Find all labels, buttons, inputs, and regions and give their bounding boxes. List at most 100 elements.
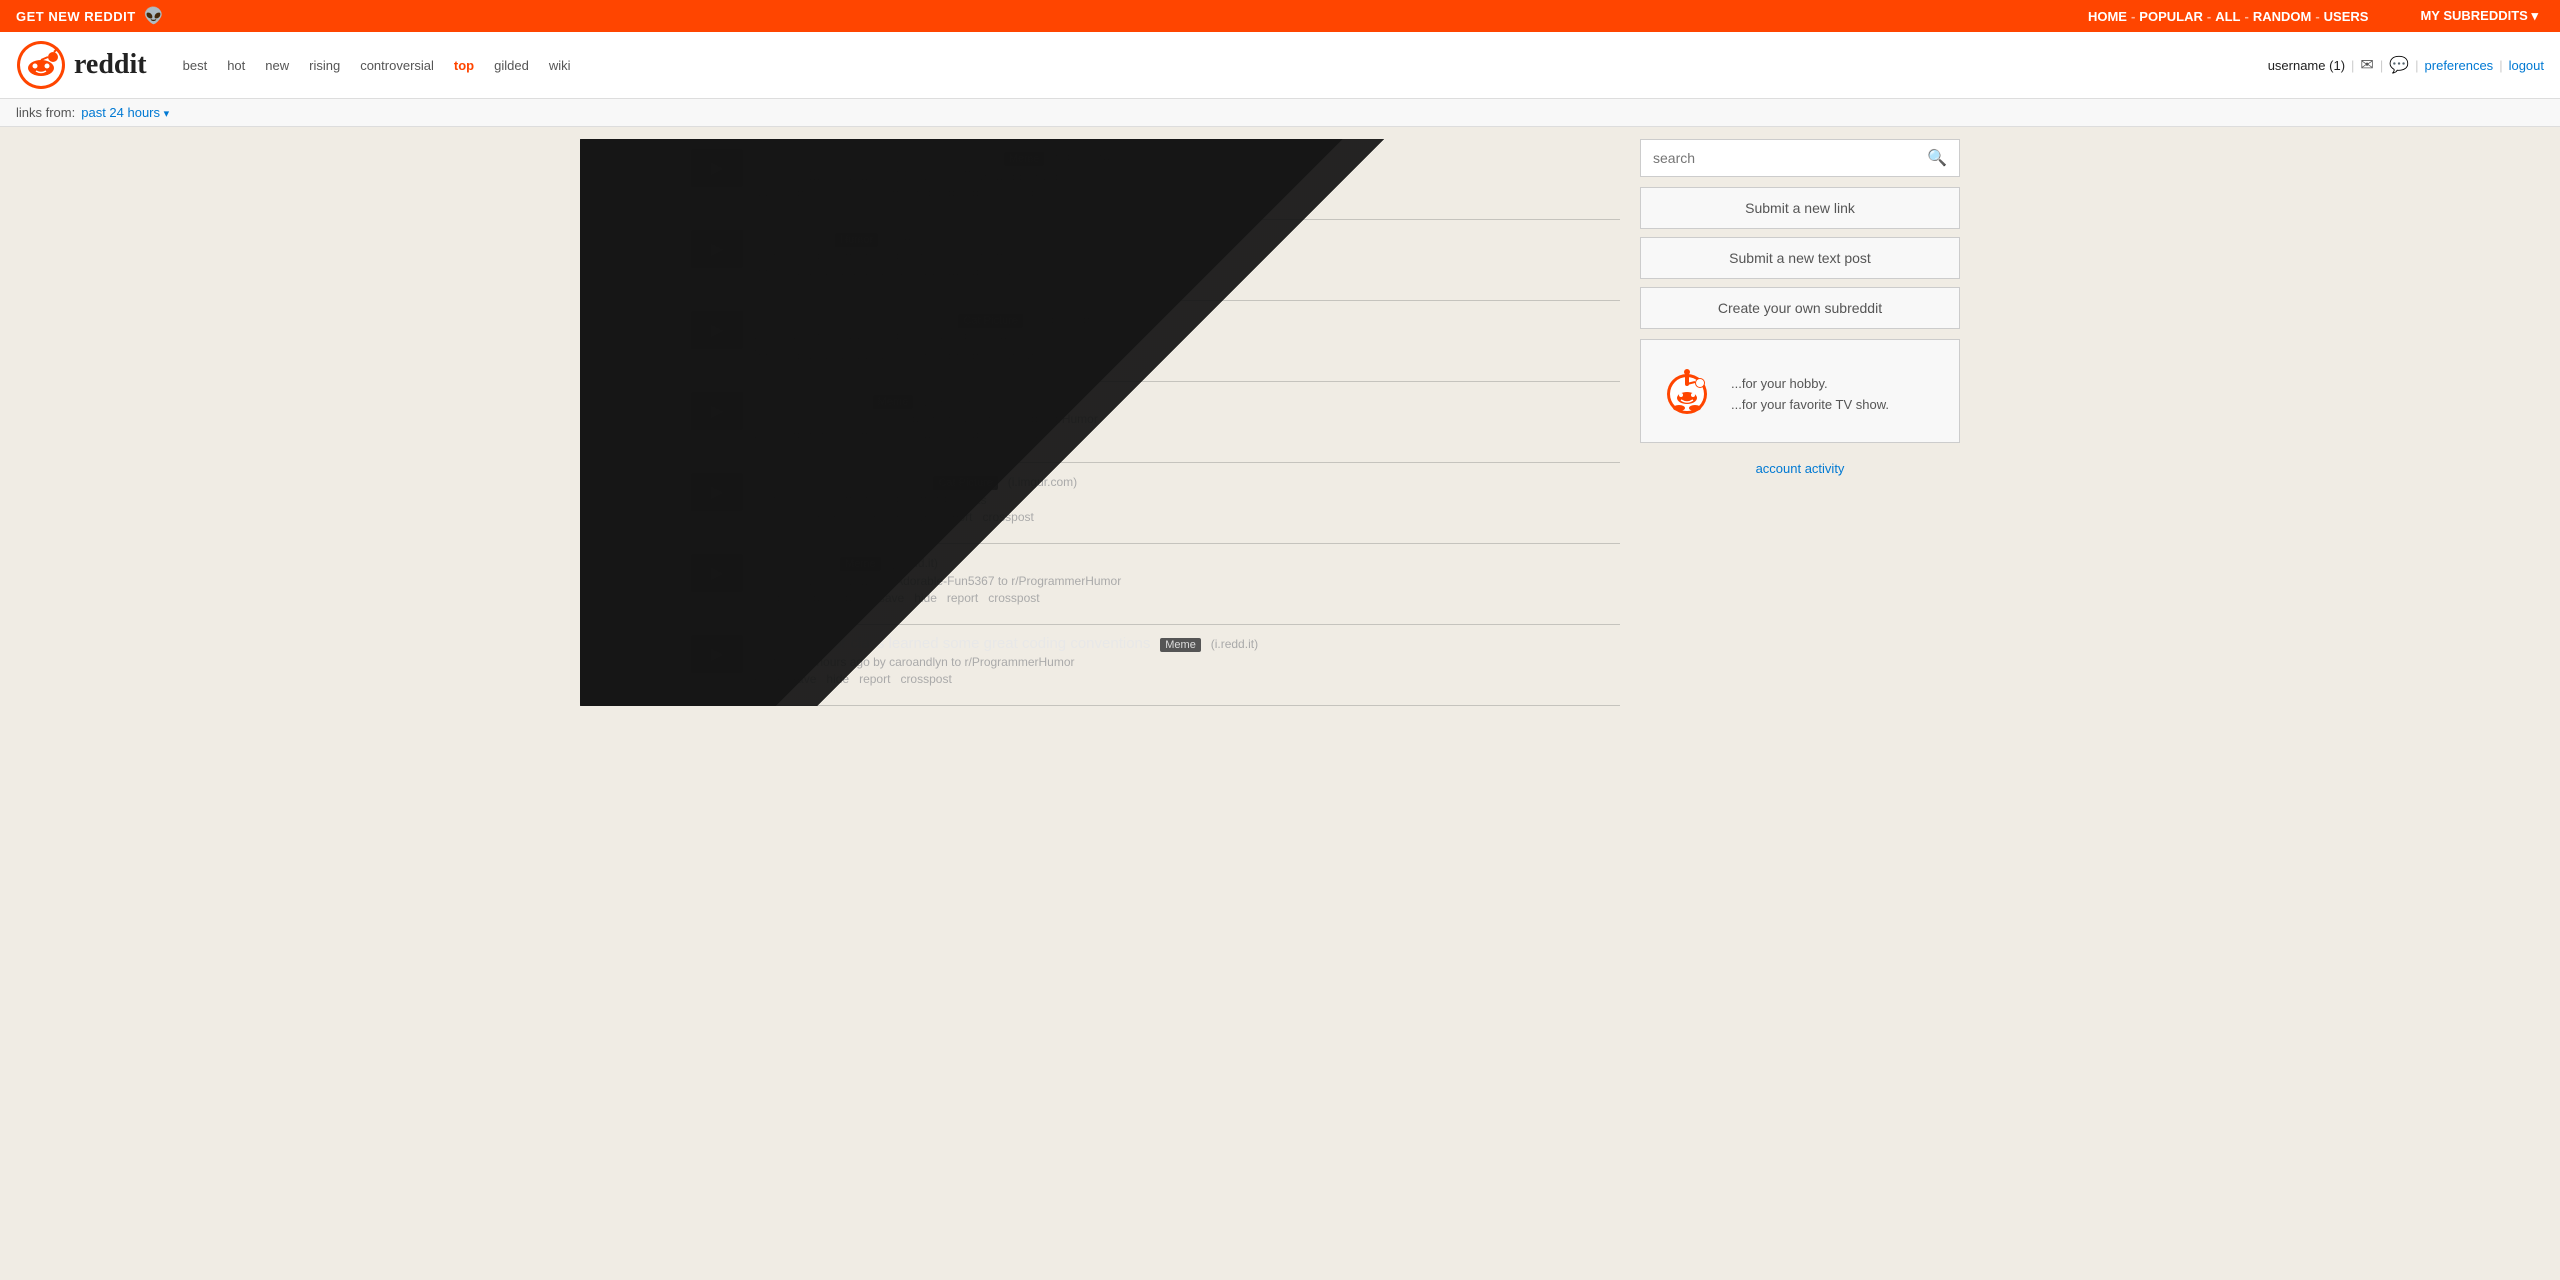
nav-random[interactable]: RANDOM bbox=[2253, 9, 2312, 24]
post-share[interactable]: share bbox=[839, 591, 869, 605]
upvote-icon[interactable]: ▲ bbox=[647, 473, 665, 494]
tab-rising[interactable]: rising bbox=[301, 54, 348, 77]
post-save[interactable]: save bbox=[879, 591, 904, 605]
search-submit-button[interactable]: 🔍 bbox=[1915, 140, 1959, 176]
post-share[interactable]: share bbox=[833, 510, 863, 524]
tab-hot[interactable]: hot bbox=[219, 54, 253, 77]
post-title-link[interactable]: so deep bro bbox=[751, 554, 830, 571]
post-crosspost[interactable]: crosspost bbox=[982, 510, 1033, 524]
my-subreddits-btn[interactable]: MY SUBREDDITS ▾ bbox=[2420, 8, 2538, 24]
submit-text-button[interactable]: Submit a new text post bbox=[1640, 237, 1960, 279]
post-share[interactable]: share bbox=[840, 267, 870, 281]
upvote-icon[interactable]: ▲ bbox=[647, 554, 665, 575]
post-crosspost[interactable]: crosspost bbox=[989, 186, 1040, 200]
post-save[interactable]: save bbox=[880, 348, 905, 362]
upvote-icon[interactable]: ▲ bbox=[647, 149, 665, 170]
post-crosspost[interactable]: crosspost bbox=[989, 429, 1040, 443]
post-comments-link[interactable]: 113 comments bbox=[751, 591, 829, 605]
nav-users[interactable]: USERS bbox=[2324, 9, 2369, 24]
post-report[interactable]: report bbox=[948, 186, 979, 200]
tab-controversial[interactable]: controversial bbox=[352, 54, 442, 77]
post-save[interactable]: save bbox=[880, 186, 905, 200]
post-title-link[interactable]: Our CS senior class learned some great c… bbox=[751, 635, 1150, 652]
post-comments-link[interactable]: 769 comments bbox=[751, 348, 830, 362]
post-report[interactable]: report bbox=[947, 591, 978, 605]
post-thumbnail[interactable]: ▶ bbox=[691, 230, 743, 268]
post-subreddit[interactable]: r/cats bbox=[957, 493, 986, 507]
post-comments-link[interactable]: 485 comments bbox=[751, 429, 830, 443]
post-hide[interactable]: hide bbox=[908, 510, 931, 524]
downvote-icon[interactable]: ▼ bbox=[647, 269, 665, 290]
time-range-dropdown[interactable]: past 24 hours ▾ bbox=[81, 105, 169, 120]
downvote-icon[interactable]: ▼ bbox=[647, 350, 665, 371]
post-share[interactable]: share bbox=[840, 429, 870, 443]
submit-link-button[interactable]: Submit a new link bbox=[1640, 187, 1960, 229]
post-subreddit[interactable]: r/ProgrammerHumor bbox=[965, 655, 1075, 669]
post-save[interactable]: save bbox=[880, 267, 905, 281]
post-crosspost[interactable]: crosspost bbox=[900, 672, 951, 686]
post-comments-link[interactable]: 98 comments bbox=[751, 510, 823, 524]
post-author[interactable]: Adorable-Fun5367 bbox=[895, 574, 994, 588]
downvote-icon[interactable]: ▼ bbox=[647, 431, 665, 452]
post-thumbnail[interactable]: ▶ bbox=[691, 149, 743, 187]
upvote-icon[interactable]: ▲ bbox=[647, 635, 665, 656]
post-subreddit[interactable]: r/ProgrammerHumor bbox=[1011, 574, 1121, 588]
post-author[interactable]: Maya_sensation bbox=[896, 331, 983, 345]
post-author[interactable]: tassatus bbox=[896, 493, 941, 507]
downvote-icon[interactable]: ▼ bbox=[647, 512, 665, 533]
chat-icon[interactable]: 💬 bbox=[2389, 55, 2409, 75]
get-new-reddit-link[interactable]: GET NEW REDDIT bbox=[16, 9, 136, 24]
post-hide[interactable]: hide bbox=[914, 591, 937, 605]
post-hide[interactable]: hide bbox=[915, 186, 938, 200]
post-hide[interactable]: hide bbox=[915, 348, 938, 362]
upvote-icon[interactable]: ▲ bbox=[647, 230, 665, 251]
tab-new[interactable]: new bbox=[257, 54, 297, 77]
post-title-link[interactable]: Black Cats Deserve Love too. bbox=[751, 311, 949, 328]
post-report[interactable]: report bbox=[948, 267, 979, 281]
downvote-icon[interactable]: ▼ bbox=[647, 188, 665, 209]
search-input[interactable] bbox=[1641, 141, 1915, 175]
post-subreddit[interactable]: r/ProgrammerHumor bbox=[958, 169, 1068, 183]
preferences-link[interactable]: preferences bbox=[2425, 58, 2494, 73]
post-report[interactable]: report bbox=[941, 510, 972, 524]
post-save[interactable]: save bbox=[880, 429, 905, 443]
post-save[interactable]: save bbox=[873, 510, 898, 524]
post-title-link[interactable]: Still not enough? bbox=[751, 392, 863, 409]
post-thumbnail[interactable]: ▶ bbox=[691, 311, 743, 349]
post-comments-link[interactable]: 206 comments bbox=[751, 267, 830, 281]
nav-popular[interactable]: POPULAR bbox=[2139, 9, 2203, 24]
post-share[interactable]: share bbox=[840, 348, 870, 362]
nav-all[interactable]: ALL bbox=[2215, 9, 2240, 24]
post-report[interactable]: report bbox=[859, 672, 890, 686]
nav-home[interactable]: HOME bbox=[2088, 9, 2127, 24]
post-thumbnail[interactable]: ▶ bbox=[691, 473, 743, 511]
post-crosspost[interactable]: crosspost bbox=[989, 267, 1040, 281]
post-author[interactable]: caroandlyn bbox=[889, 655, 948, 669]
tab-best[interactable]: best bbox=[175, 54, 216, 77]
post-hide[interactable]: hide bbox=[826, 672, 849, 686]
post-thumbnail[interactable]: ▶ bbox=[691, 392, 743, 430]
downvote-icon[interactable]: ▼ bbox=[647, 593, 665, 614]
tab-gilded[interactable]: gilded bbox=[486, 54, 537, 77]
post-report[interactable]: report bbox=[948, 429, 979, 443]
post-crosspost[interactable]: crosspost bbox=[989, 348, 1040, 362]
post-comments-link[interactable]: 696 comments bbox=[751, 186, 830, 200]
create-subreddit-button[interactable]: Create your own subreddit bbox=[1640, 287, 1960, 329]
post-thumbnail[interactable]: ▶ bbox=[691, 635, 743, 673]
post-author[interactable]: someshthakur bbox=[896, 412, 971, 426]
post-title-link[interactable]: I'm new to this, am I doing this right? bbox=[751, 149, 994, 166]
post-thumbnail[interactable]: ▶ bbox=[691, 554, 743, 592]
downvote-icon[interactable]: ▼ bbox=[647, 674, 665, 695]
mail-icon[interactable]: ✉ bbox=[2360, 55, 2373, 75]
username-link[interactable]: username (1) bbox=[2268, 58, 2345, 73]
post-subreddit[interactable]: r/cats bbox=[1000, 331, 1029, 345]
upvote-icon[interactable]: ▲ bbox=[647, 392, 665, 413]
account-activity-link[interactable]: account activity bbox=[1640, 453, 1960, 484]
post-hide[interactable]: hide bbox=[915, 429, 938, 443]
post-save[interactable]: save bbox=[791, 672, 816, 686]
post-report[interactable]: report bbox=[948, 348, 979, 362]
post-title-link[interactable]: My girls were so little then bbox=[751, 473, 924, 490]
post-author[interactable]: Xiphias_ bbox=[896, 169, 942, 183]
post-crosspost[interactable]: crosspost bbox=[988, 591, 1039, 605]
upvote-icon[interactable]: ▲ bbox=[647, 311, 665, 332]
